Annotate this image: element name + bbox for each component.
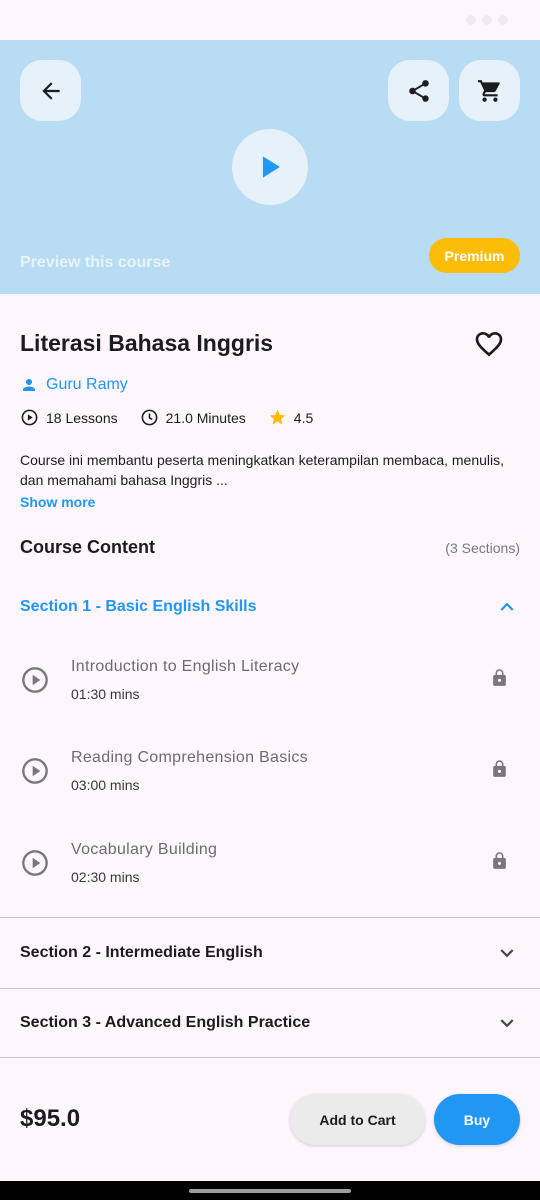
course-preview-hero[interactable]: Preview this course Premium [0,40,540,294]
play-circle-outline-icon [22,758,48,784]
status-bar [0,0,540,40]
rating: 4.5 [268,408,313,427]
lock-icon [493,852,506,869]
favorite-button[interactable] [472,328,506,360]
duration-label: 21.0 Minutes [165,409,246,426]
lesson-title: Reading Comprehension Basics [71,749,308,766]
home-gesture-handle[interactable] [189,1189,351,1193]
lock-icon [493,760,506,777]
share-button[interactable] [388,60,449,121]
play-circle-outline-icon [21,409,38,426]
lesson-title: Introduction to English Literacy [71,658,300,675]
lesson-item[interactable]: Vocabulary Building 02:30 mins [0,825,540,905]
course-content-title: Course Content [20,537,155,557]
play-circle-outline-icon [22,667,48,693]
chevron-up-icon [500,602,514,611]
section-3-header[interactable]: Section 3 - Advanced English Practice [0,988,540,1058]
section-1-header[interactable]: Section 1 - Basic English Skills [0,572,540,642]
duration: 21.0 Minutes [140,408,246,427]
lock-icon [493,669,506,686]
clock-icon [141,409,158,426]
purchase-bar: $95.0 Add to Cart Buy [0,1059,540,1181]
share-icon [408,79,429,102]
play-preview-button[interactable] [232,129,308,205]
lesson-duration: 03:00 mins [71,777,140,793]
cart-button[interactable] [459,60,520,121]
course-title: Literasi Bahasa Inggris [20,330,274,356]
chevron-down-icon [500,1019,514,1028]
section-2-header[interactable]: Section 2 - Intermediate English [0,917,540,987]
star-icon [269,409,286,425]
teacher-link[interactable]: Guru Ramy [20,376,128,394]
lesson-item[interactable]: Introduction to English Literacy 01:30 m… [0,642,540,722]
cart-icon [477,79,500,102]
course-description: Course ini membantu peserta meningkatkan… [20,452,505,488]
chevron-down-icon [500,948,514,957]
lesson-item[interactable]: Reading Comprehension Basics 03:00 mins [0,733,540,813]
premium-badge: Premium [429,238,520,273]
play-icon [262,156,280,178]
sections-count: (3 Sections) [445,540,520,556]
section-2-label: Section 2 - Intermediate English [20,943,263,961]
section-3-label: Section 3 - Advanced English Practice [20,1014,311,1031]
person-icon [23,379,35,391]
add-to-cart-button[interactable]: Add to Cart [290,1094,425,1145]
buy-button[interactable]: Buy [434,1094,520,1145]
lesson-duration: 02:30 mins [71,869,140,885]
lesson-duration: 01:30 mins [71,686,140,702]
rating-value: 4.5 [293,409,314,426]
system-navigation-bar [0,1181,540,1200]
back-button[interactable] [20,60,81,121]
heart-outline-icon [475,332,503,357]
arrow-left-icon [41,81,60,100]
play-circle-outline-icon [22,850,48,876]
lesson-title: Vocabulary Building [71,841,218,858]
teacher-name: Guru Ramy [46,376,128,393]
section-1-label: Section 1 - Basic English Skills [20,598,257,615]
lessons-label: 18 Lessons [46,409,118,426]
course-meta: 18 Lessons 21.0 Minutes 4.5 [20,408,335,427]
course-price: $95.0 [20,1105,81,1132]
preview-label: Preview this course [20,254,171,271]
show-more-link[interactable]: Show more [20,494,95,510]
lessons-count: 18 Lessons [20,408,118,427]
